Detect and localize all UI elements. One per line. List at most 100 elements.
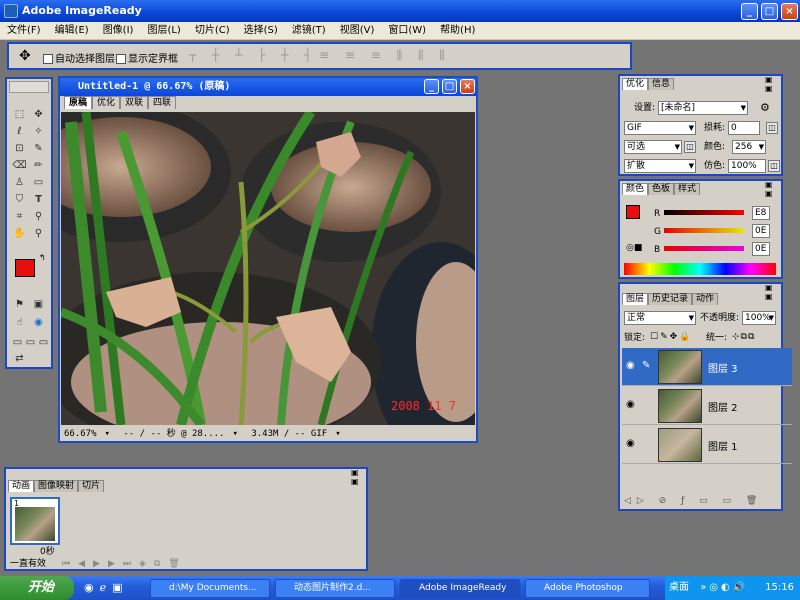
optimize-panel-close-icon[interactable]: ▣ ▣	[765, 75, 781, 93]
tab-4up[interactable]: 四联	[148, 96, 177, 109]
move-tool-icon[interactable]: ✥	[19, 48, 31, 64]
zoom-tool-icon[interactable]: ⚲	[30, 226, 47, 242]
format-select[interactable]: GIF	[624, 121, 696, 135]
tab-optimize[interactable]: 优化	[622, 78, 649, 90]
tray-icons[interactable]: »◎◐🔊	[700, 582, 748, 593]
menu-view[interactable]: 视图(V)	[333, 22, 382, 40]
r-field[interactable]: E8	[752, 206, 770, 220]
dither-field[interactable]: 100%	[728, 159, 766, 173]
eyedropper-tool-icon[interactable]: ⚲	[30, 209, 47, 225]
image-map-tool-icon[interactable]: ⚑	[11, 297, 28, 313]
start-button[interactable]: 开始	[0, 576, 74, 600]
maximize-button[interactable]: □	[761, 3, 778, 20]
loop-select[interactable]: 一直有效	[10, 557, 46, 571]
swap-colors-icon[interactable]: ↰	[39, 253, 46, 262]
show-bounds-option[interactable]: 显示定界框	[116, 50, 178, 65]
menu-layer[interactable]: 图层(L)	[140, 22, 187, 40]
colors-select[interactable]: 256	[732, 140, 766, 154]
time-dropdown-icon[interactable]: ▾	[228, 427, 241, 441]
stamp-tool-icon[interactable]: ♙	[11, 175, 28, 191]
task-my-documents[interactable]: d:\My Documents...	[150, 579, 270, 598]
tab-2up[interactable]: 双联	[120, 96, 149, 109]
tab-image-map[interactable]: 图像映射	[34, 480, 79, 492]
layer-row-3[interactable]: ◉ ✎ 图层 3	[622, 348, 792, 386]
palette-select[interactable]: 可选	[624, 140, 682, 154]
r-slider[interactable]	[664, 210, 744, 215]
optimize-menu-icon[interactable]: ⚙	[760, 101, 770, 114]
tab-original[interactable]: 原稿	[64, 96, 93, 109]
brush-tool-icon[interactable]: ✎	[30, 141, 47, 157]
file-size-readout[interactable]: 3.43M / -- GIF	[247, 427, 331, 441]
auto-select-checkbox[interactable]	[43, 54, 53, 64]
menu-file[interactable]: 文件(F)	[0, 22, 48, 40]
layers-panel-close-icon[interactable]: ▣ ▣	[765, 283, 781, 301]
tab-optimized[interactable]: 优化	[92, 96, 121, 109]
tab-layers[interactable]: 图层	[622, 293, 649, 305]
visibility-eye-icon[interactable]: ◉	[626, 360, 635, 371]
menu-filter[interactable]: 滤镜(T)	[285, 22, 333, 40]
web-color-icon[interactable]: ◎■	[626, 243, 642, 253]
crop-tool-icon[interactable]: ⊡	[11, 141, 28, 157]
menu-image[interactable]: 图像(I)	[96, 22, 141, 40]
visibility-eye-icon[interactable]: ◉	[626, 399, 635, 410]
show-bounds-checkbox[interactable]	[116, 54, 126, 64]
task-word-doc[interactable]: 动态图片制作2.d...	[275, 579, 395, 598]
tab-actions[interactable]: 动作	[692, 293, 719, 305]
task-photoshop[interactable]: Adobe Photoshop	[525, 579, 650, 598]
dither-select[interactable]: 扩散	[624, 159, 696, 173]
playback-controls[interactable]: ⏮◀▶▶⏭◈⧉🗑	[62, 559, 188, 569]
type-tool-icon[interactable]: T	[30, 192, 47, 208]
download-time-readout[interactable]: -- / -- 秒 @ 28....	[119, 427, 228, 441]
layers-footer-buttons[interactable]: ◁▷ ⊘ ƒ ▭ ▭ 🗑	[624, 496, 763, 506]
menu-window[interactable]: 窗口(W)	[381, 22, 433, 40]
eraser-tool-icon[interactable]: ⌫	[11, 158, 28, 174]
unify-icons-group[interactable]: ⊹⧉⧉	[732, 332, 755, 342]
g-field[interactable]: 0E	[752, 224, 770, 238]
tab-animation[interactable]: 动画	[8, 480, 35, 492]
slice-tool-icon[interactable]: ⌗	[11, 209, 28, 225]
marquee-tool-icon[interactable]: ⬚	[11, 107, 28, 123]
close-button[interactable]: ×	[781, 3, 798, 20]
menu-select[interactable]: 选择(S)	[237, 22, 285, 40]
align-buttons-group[interactable]: ┬ ┼ ┴ ├ ┼ ┤	[189, 48, 317, 62]
menu-slice[interactable]: 切片(C)	[188, 22, 237, 40]
color-panel-close-icon[interactable]: ▣ ▣	[765, 180, 781, 198]
tab-styles[interactable]: 样式	[674, 183, 701, 195]
visibility-eye-icon[interactable]: ◉	[626, 438, 635, 449]
menu-edit[interactable]: 编辑(E)	[48, 22, 96, 40]
layer-row-1[interactable]: ◉ 图层 1	[622, 426, 792, 464]
bucket-tool-icon[interactable]: ⛉	[11, 192, 28, 208]
desktop-toolbar[interactable]: 桌面	[669, 582, 689, 593]
distribute-buttons-group[interactable]: ≡ ≡ ≡ ⫼ ⫼ ⫼	[319, 48, 451, 63]
hand-tool-icon[interactable]: ✋	[11, 226, 28, 242]
tab-history[interactable]: 历史记录	[648, 293, 693, 305]
auto-select-option[interactable]: 自动选择图层	[43, 50, 115, 65]
quick-launch-icons[interactable]: ◉ℯ▣	[84, 581, 129, 594]
doc-maximize-button[interactable]: □	[442, 79, 457, 94]
rectangle-tool-icon[interactable]: ▭	[30, 175, 47, 191]
doc-close-button[interactable]: ×	[460, 79, 475, 94]
lasso-tool-icon[interactable]: ℓ	[11, 124, 28, 140]
move-tool-icon[interactable]: ✥	[30, 107, 47, 123]
toggle-slices-icon[interactable]: ▣	[30, 297, 47, 313]
blend-mode-select[interactable]: 正常	[624, 311, 696, 325]
animation-frame[interactable]: 1	[10, 497, 60, 545]
animation-panel-close-icon[interactable]: ▣ ▣	[351, 468, 366, 486]
g-slider[interactable]	[664, 228, 744, 233]
dither-toggle[interactable]: ◫	[768, 160, 780, 172]
zoom-dropdown-icon[interactable]: ▾	[101, 427, 114, 441]
magic-wand-tool-icon[interactable]: ✧	[30, 124, 47, 140]
tab-info[interactable]: 信息	[648, 78, 675, 90]
lossy-field[interactable]: 0	[728, 121, 760, 135]
pencil-tool-icon[interactable]: ✏	[30, 158, 47, 174]
doc-minimize-button[interactable]: _	[424, 79, 439, 94]
size-dropdown-icon[interactable]: ▾	[331, 427, 344, 441]
rollover-preview-icon[interactable]: ☝	[11, 315, 28, 331]
task-imageready[interactable]: Adobe ImageReady	[400, 579, 520, 598]
tab-slices[interactable]: 切片	[78, 480, 105, 492]
tab-color[interactable]: 颜色	[622, 183, 649, 195]
b-slider[interactable]	[664, 246, 744, 251]
opacity-select[interactable]: 100%	[742, 311, 776, 325]
menu-help[interactable]: 帮助(H)	[433, 22, 482, 40]
color-fg-swatch[interactable]	[626, 205, 640, 219]
